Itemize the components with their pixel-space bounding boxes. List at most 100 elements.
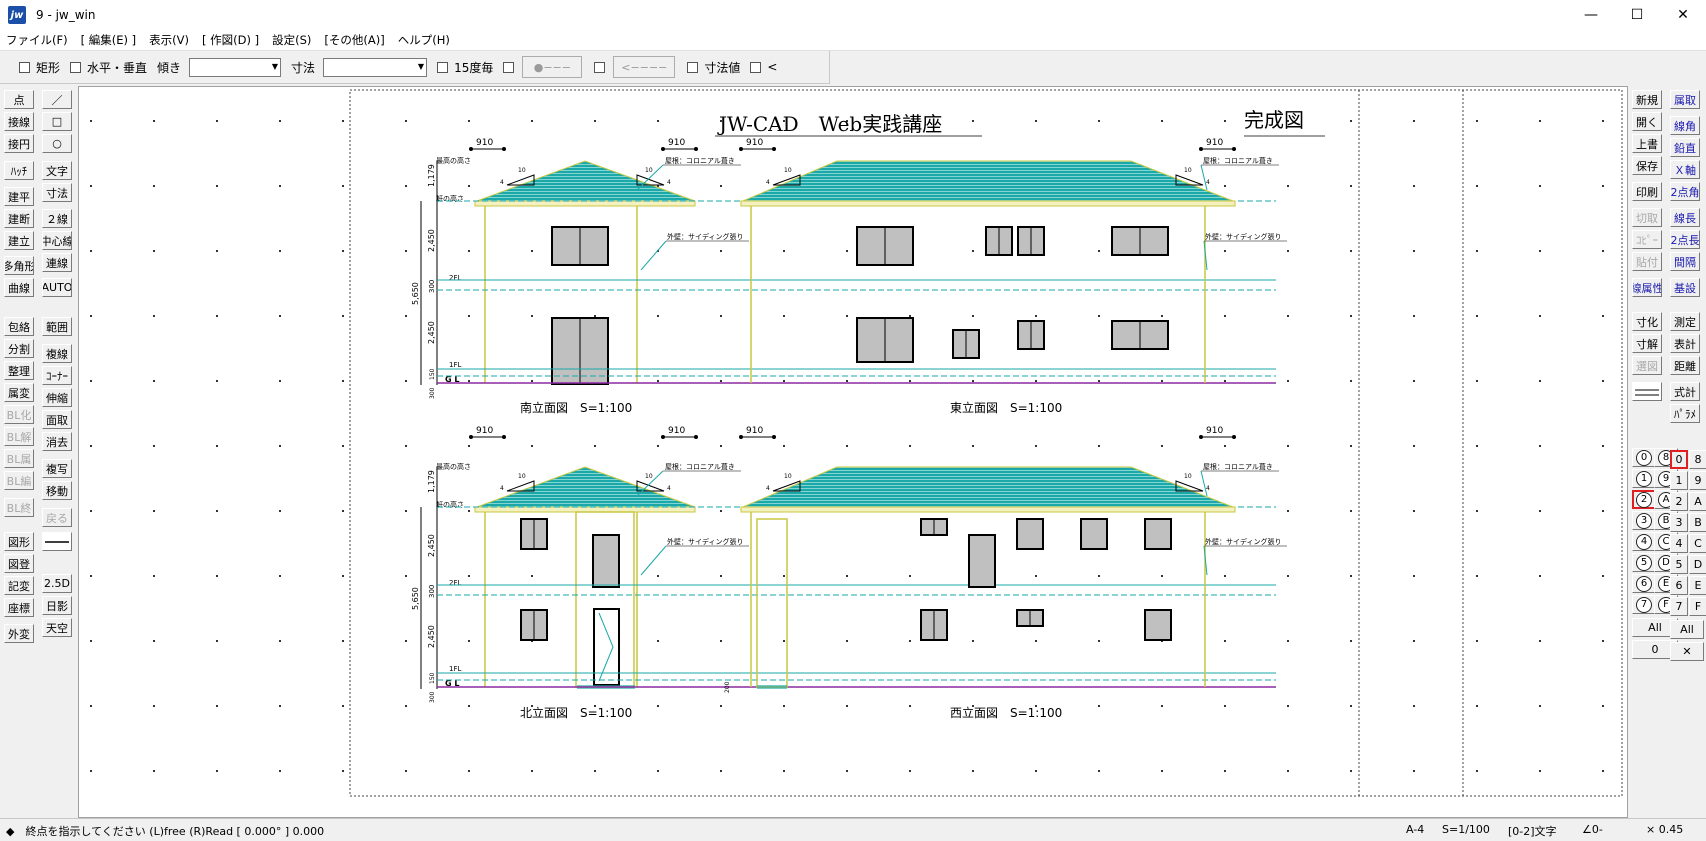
tool-copy[interactable]: 複写	[42, 459, 72, 478]
line-angle-button[interactable]: 線角	[1670, 116, 1700, 135]
tool-plan[interactable]: 建平	[4, 187, 34, 206]
tool-circle[interactable]: ○	[42, 134, 72, 153]
tool-attr-change[interactable]: 属変	[4, 383, 34, 402]
tool-range[interactable]: 範囲	[42, 317, 72, 336]
menu-view[interactable]: 表示(V)	[149, 32, 189, 48]
copy-button[interactable]: ｺﾋﾟｰ	[1632, 230, 1662, 249]
line-style-swatch[interactable]	[1632, 382, 1662, 401]
parameter-button[interactable]: ﾊﾟﾗﾒ	[1670, 404, 1700, 423]
angle-display[interactable]: ∠0-	[1582, 823, 1603, 836]
arrow-mode-button[interactable]: <−−−−	[613, 56, 676, 78]
group-5-button[interactable]: 5	[1632, 553, 1656, 572]
select-figure-button[interactable]: 選図	[1632, 356, 1662, 375]
btn1-checkbox[interactable]	[503, 61, 520, 73]
layer-5-button[interactable]: 5	[1670, 555, 1688, 574]
tool-move[interactable]: 移動	[42, 481, 72, 500]
tool-offset[interactable]: 複線	[42, 344, 72, 363]
layer-1-button[interactable]: 1	[1670, 471, 1688, 490]
tool-tangent-circle[interactable]: 接円	[4, 134, 34, 153]
tool-figure-register[interactable]: 図登	[4, 554, 34, 573]
dim-release-button[interactable]: 寸解	[1632, 334, 1662, 353]
drawing-canvas[interactable]: JW-CAD Web実践講座 完成図 910 910 10 4 10 4 最高の…	[78, 86, 1628, 818]
dim-combo[interactable]: ▼	[323, 57, 428, 77]
layer-clear-button[interactable]: ✕	[1670, 642, 1704, 661]
scale-display[interactable]: S=1/100	[1442, 823, 1490, 836]
tool-stretch[interactable]: 伸縮	[42, 388, 72, 407]
vertical-button[interactable]: 鉛直	[1670, 138, 1700, 157]
layer-7-button[interactable]: 7	[1670, 597, 1688, 616]
layer-d-button[interactable]: D	[1689, 555, 1706, 574]
tool-sky[interactable]: 天空	[42, 618, 72, 637]
layer-3-button[interactable]: 3	[1670, 513, 1688, 532]
tool-envelope[interactable]: 包絡	[4, 317, 34, 336]
tool-chamfer[interactable]: 面取	[42, 410, 72, 429]
paper-size[interactable]: A-4	[1406, 823, 1424, 836]
maximize-button[interactable]: ☐	[1614, 0, 1660, 30]
tool-organize[interactable]: 整理	[4, 361, 34, 380]
tool-connect-line[interactable]: 連線	[42, 253, 72, 272]
layer-f-button[interactable]: F	[1689, 597, 1706, 616]
tool-bl-end[interactable]: BL終	[4, 498, 34, 517]
group-1-button[interactable]: 1	[1632, 469, 1656, 488]
line-length-button[interactable]: 線長	[1670, 208, 1700, 227]
group-0-button[interactable]: 0	[1632, 448, 1656, 467]
menu-draw[interactable]: [ 作図(D) ]	[202, 32, 259, 48]
tool-bl-make[interactable]: BL化	[4, 405, 34, 424]
tool-undo[interactable]: 戻る	[42, 508, 72, 527]
menu-edit[interactable]: [ 編集(E) ]	[81, 32, 137, 48]
tilt-combo[interactable]: ▼	[189, 57, 282, 77]
tool-erase[interactable]: 消去	[42, 432, 72, 451]
layer-4-button[interactable]: 4	[1670, 534, 1688, 553]
tool-external[interactable]: 外変	[4, 624, 34, 643]
file-new-button[interactable]: 新規	[1632, 90, 1662, 109]
formula-button[interactable]: 式計	[1670, 382, 1700, 401]
cut-button[interactable]: 切取	[1632, 208, 1662, 227]
base-setting-button[interactable]: 基設	[1670, 278, 1700, 297]
file-open-button[interactable]: 開く	[1632, 112, 1662, 131]
tool-coordinates[interactable]: 座標	[4, 598, 34, 617]
group-6-button[interactable]: 6	[1632, 574, 1656, 593]
tool-figure[interactable]: 図形	[4, 532, 34, 551]
dim-make-button[interactable]: 寸化	[1632, 312, 1662, 331]
tool-bl-release[interactable]: BL解	[4, 427, 34, 446]
table-calc-button[interactable]: 表計	[1670, 334, 1700, 353]
tool-section[interactable]: 建断	[4, 209, 34, 228]
tool-dimension[interactable]: 寸法	[42, 183, 72, 202]
print-button[interactable]: 印刷	[1632, 182, 1662, 201]
menu-other[interactable]: [その他(A)]	[324, 32, 384, 48]
line-attr-button[interactable]: 線属性	[1632, 278, 1662, 297]
group-3-button[interactable]: 3	[1632, 511, 1656, 530]
layer-8-button[interactable]: 8	[1689, 450, 1706, 469]
tool-center-line[interactable]: 中心線	[42, 231, 72, 250]
layer-e-button[interactable]: E	[1689, 576, 1706, 595]
layer-c-button[interactable]: C	[1689, 534, 1706, 553]
tool-hatch[interactable]: ﾊｯﾁ	[4, 161, 34, 180]
tool-tangent[interactable]: 接線	[4, 112, 34, 131]
tool-bl-edit[interactable]: BL編	[4, 471, 34, 490]
tool-polygon[interactable]: 多角形	[4, 256, 34, 275]
tool-text[interactable]: 文字	[42, 161, 72, 180]
dimval-checkbox[interactable]: 寸法値	[687, 59, 740, 76]
tool-2-5d[interactable]: 2.5D	[42, 574, 72, 593]
zoom-display[interactable]: × 0.45	[1646, 823, 1683, 836]
attr-pick-button[interactable]: 属取	[1670, 90, 1700, 109]
layer-6-button[interactable]: 6	[1670, 576, 1688, 595]
point-mode-button[interactable]: ●−−−	[522, 56, 583, 78]
group-2-button[interactable]: 2	[1632, 490, 1656, 509]
lt-checkbox[interactable]: <	[750, 60, 777, 74]
deg15-checkbox[interactable]: 15度毎	[437, 59, 493, 76]
menu-file[interactable]: ファイル(F)	[6, 32, 68, 48]
rect-checkbox[interactable]: 矩形	[19, 59, 60, 76]
interval-button[interactable]: 間隔	[1670, 252, 1700, 271]
file-overwrite-button[interactable]: 上書	[1632, 134, 1662, 153]
group-7-button[interactable]: 7	[1632, 595, 1656, 614]
menu-help[interactable]: ヘルプ(H)	[398, 32, 450, 48]
layer-0-button[interactable]: 0	[1670, 450, 1688, 469]
two-point-length-button[interactable]: 2点長	[1670, 230, 1700, 249]
current-layer-display[interactable]: [0-2]文字	[1508, 823, 1557, 839]
tool-line[interactable]: ／	[42, 90, 72, 109]
tool-double-line[interactable]: ２線	[42, 209, 72, 228]
layer-b-button[interactable]: B	[1689, 513, 1706, 532]
tool-divide[interactable]: 分割	[4, 339, 34, 358]
minimize-button[interactable]: —	[1568, 0, 1614, 30]
